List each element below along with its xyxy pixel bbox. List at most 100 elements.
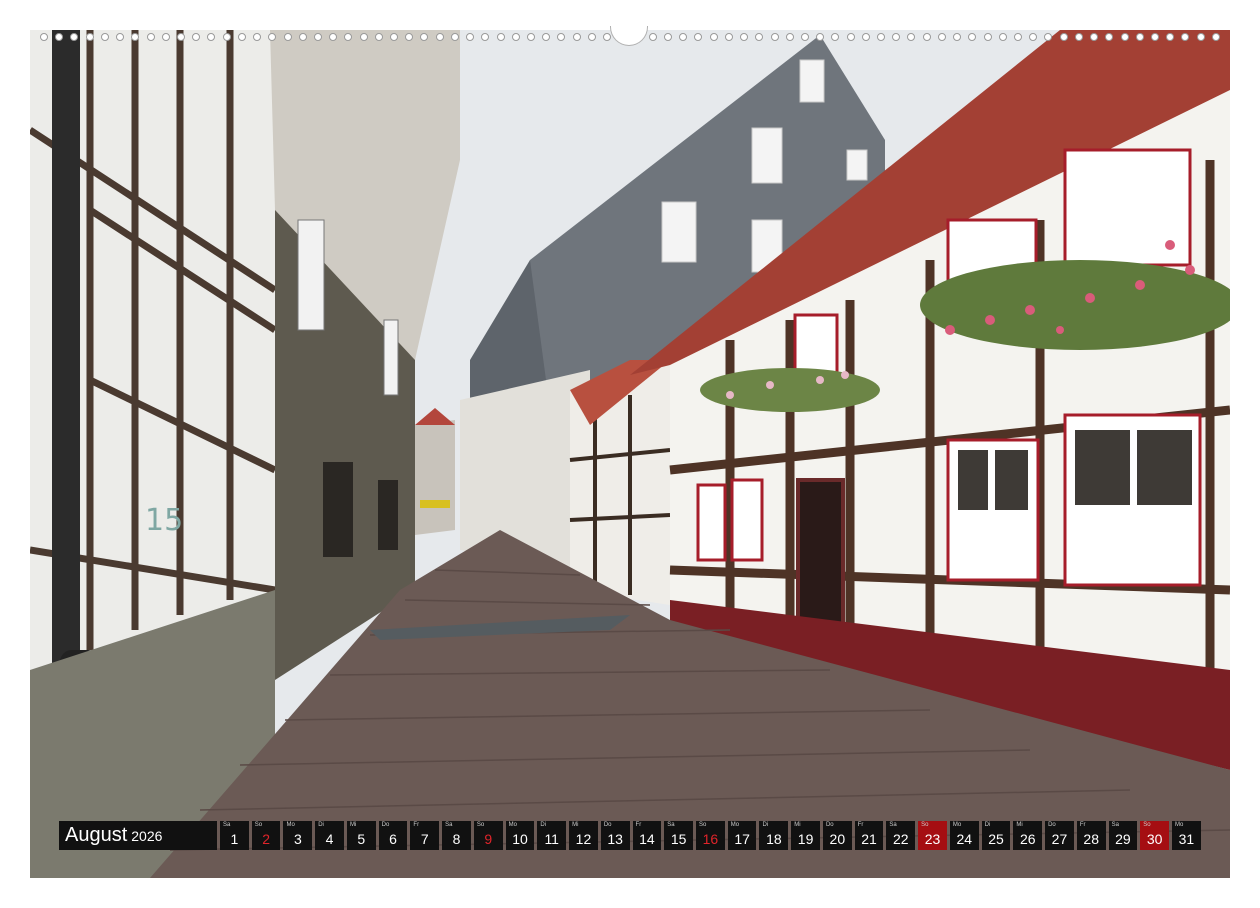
binding-hole xyxy=(1166,33,1175,41)
day-cell: Mi 19 xyxy=(791,821,820,850)
binding-hole xyxy=(359,33,368,41)
binding-hole xyxy=(405,33,414,41)
binding-hole xyxy=(785,33,794,41)
binding-hole xyxy=(131,33,140,41)
day-cell: Mo 3 xyxy=(283,821,313,850)
binding-hole xyxy=(390,33,399,41)
day-cell: So 16 xyxy=(696,821,725,850)
binding-hole xyxy=(481,33,490,41)
day-cell: Di 11 xyxy=(537,821,567,850)
day-cell: Do 6 xyxy=(378,821,408,850)
binding-hole xyxy=(1014,33,1022,41)
weekday-label: Sa xyxy=(223,822,231,828)
binding-hole xyxy=(192,33,201,41)
weekday-label: Sa xyxy=(889,822,897,828)
binding-hole xyxy=(983,33,992,41)
day-cell: Fr 14 xyxy=(632,821,662,850)
binding-hole xyxy=(450,33,459,41)
day-number: 4 xyxy=(325,831,334,847)
day-cell: Do 20 xyxy=(822,821,852,850)
day-cell: Mo 10 xyxy=(505,821,535,850)
binding-hole xyxy=(1135,33,1144,41)
day-cell: Mo 24 xyxy=(949,821,979,850)
binding-hole xyxy=(222,33,231,41)
binding-hole xyxy=(55,33,64,41)
binding-hole xyxy=(527,33,535,41)
day-number: 30 xyxy=(1146,831,1163,847)
binding-hole xyxy=(1044,33,1053,41)
weekday-label: Mi xyxy=(349,822,357,828)
binding-hole xyxy=(663,33,672,41)
weekday-label: Mi xyxy=(794,822,801,828)
binding-hole xyxy=(968,33,977,41)
weekday-label: Do xyxy=(603,822,612,828)
day-number: 15 xyxy=(670,831,687,847)
weekday-label: Mo xyxy=(952,822,962,828)
binding-hole xyxy=(1105,33,1114,41)
day-number: 12 xyxy=(575,831,592,847)
day-number: 31 xyxy=(1178,831,1195,847)
binding-hole xyxy=(207,33,216,41)
calendar-page: 15 August 2026 Sa 1 So 2 Mo 3 Di 4 Mi 5 … xyxy=(0,0,1260,908)
day-cell: Mi 12 xyxy=(569,821,598,850)
binding-hole xyxy=(1211,33,1220,41)
binding-hole xyxy=(1059,33,1068,41)
binding-hole xyxy=(603,33,612,41)
year-label: 2026 xyxy=(131,828,163,844)
day-number: 13 xyxy=(607,831,623,847)
binding-hole xyxy=(542,33,551,41)
svg-text:15: 15 xyxy=(145,503,183,538)
day-cell: So 2 xyxy=(251,821,281,850)
binding-hole xyxy=(648,33,657,41)
day-number: 28 xyxy=(1083,831,1099,847)
weekday-label: So xyxy=(254,822,263,828)
weekday-label: So xyxy=(476,822,485,828)
weekday-label: Sa xyxy=(667,822,675,828)
day-cell: Fr 21 xyxy=(854,821,884,850)
day-cell: Sa 22 xyxy=(886,821,916,850)
binding-hole xyxy=(466,33,475,41)
binding-hole xyxy=(572,33,581,41)
binding-hole xyxy=(1120,33,1129,41)
day-cell: Di 25 xyxy=(981,821,1011,850)
day-number: 22 xyxy=(893,831,909,847)
binding-hole xyxy=(146,33,155,41)
binding-hole xyxy=(694,33,703,41)
calendar-strip: August 2026 Sa 1 So 2 Mo 3 Di 4 Mi 5 Do 6 Fr 7 Sa 8 So 9 Mo… xyxy=(59,821,1201,850)
day-cell: Mi 26 xyxy=(1013,821,1043,850)
weekday-label: So xyxy=(921,822,929,828)
weekday-label: Di xyxy=(318,822,324,828)
binding-hole xyxy=(877,33,886,41)
day-cell: Do 13 xyxy=(600,821,630,850)
day-cell: Do 27 xyxy=(1045,821,1074,850)
binding-hole xyxy=(283,33,292,41)
day-cell: Fr 7 xyxy=(410,821,440,850)
weekday-label: Di xyxy=(984,822,991,828)
binding-hole xyxy=(800,33,809,41)
binding-hole xyxy=(1074,33,1083,41)
day-number: 24 xyxy=(956,831,973,847)
day-cell: Mi 5 xyxy=(346,821,376,850)
binding-hole xyxy=(116,33,125,41)
weekday-label: Mi xyxy=(1016,822,1023,828)
day-number: 17 xyxy=(734,831,750,847)
weekday-label: Mo xyxy=(286,822,295,828)
binding-hole xyxy=(922,33,931,41)
day-number: 8 xyxy=(452,831,461,847)
weekday-label: Mo xyxy=(508,822,517,828)
month-label: August 2026 xyxy=(59,821,217,850)
day-number: 9 xyxy=(484,831,493,847)
binding-hole xyxy=(329,33,338,41)
binding-hole xyxy=(1181,33,1190,41)
weekday-label: Mo xyxy=(1175,822,1184,828)
day-number: 29 xyxy=(1115,831,1131,847)
binding-hole xyxy=(846,33,855,41)
day-number: 2 xyxy=(262,831,270,847)
weekday-label: Do xyxy=(825,822,834,828)
binding-hole xyxy=(740,33,749,41)
binding-hole xyxy=(344,33,353,41)
day-number: 1 xyxy=(230,831,239,847)
binding-hole xyxy=(85,33,94,41)
binding-hole xyxy=(587,33,596,41)
weekday-label: Mi xyxy=(572,822,579,828)
